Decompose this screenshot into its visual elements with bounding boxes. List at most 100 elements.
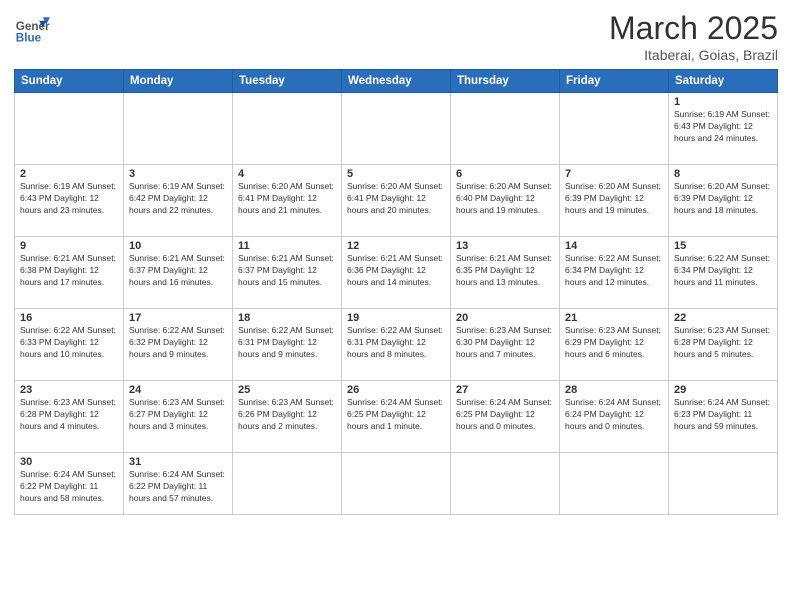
table-row: 20Sunrise: 6:23 AM Sunset: 6:30 PM Dayli… — [451, 309, 560, 381]
day-number: 26 — [347, 384, 445, 396]
table-row: 6Sunrise: 6:20 AM Sunset: 6:40 PM Daylig… — [451, 165, 560, 237]
day-info: Sunrise: 6:19 AM Sunset: 6:43 PM Dayligh… — [20, 181, 118, 217]
day-number: 4 — [238, 168, 336, 180]
table-row: 29Sunrise: 6:24 AM Sunset: 6:23 PM Dayli… — [669, 381, 778, 453]
table-row: 7Sunrise: 6:20 AM Sunset: 6:39 PM Daylig… — [560, 165, 669, 237]
day-info: Sunrise: 6:23 AM Sunset: 6:27 PM Dayligh… — [129, 397, 227, 433]
table-row — [342, 93, 451, 165]
table-row — [124, 93, 233, 165]
table-row: 26Sunrise: 6:24 AM Sunset: 6:25 PM Dayli… — [342, 381, 451, 453]
logo-icon: General Blue — [14, 10, 50, 46]
table-row: 3Sunrise: 6:19 AM Sunset: 6:42 PM Daylig… — [124, 165, 233, 237]
col-friday: Friday — [560, 70, 669, 93]
day-number: 17 — [129, 312, 227, 324]
table-row: 9Sunrise: 6:21 AM Sunset: 6:38 PM Daylig… — [15, 237, 124, 309]
table-row: 11Sunrise: 6:21 AM Sunset: 6:37 PM Dayli… — [233, 237, 342, 309]
col-monday: Monday — [124, 70, 233, 93]
calendar-subtitle: Itaberai, Goias, Brazil — [609, 47, 778, 63]
day-number: 25 — [238, 384, 336, 396]
day-number: 2 — [20, 168, 118, 180]
day-number: 13 — [456, 240, 554, 252]
table-row: 24Sunrise: 6:23 AM Sunset: 6:27 PM Dayli… — [124, 381, 233, 453]
table-row — [669, 453, 778, 515]
day-info: Sunrise: 6:24 AM Sunset: 6:25 PM Dayligh… — [347, 397, 445, 433]
day-number: 3 — [129, 168, 227, 180]
day-info: Sunrise: 6:22 AM Sunset: 6:33 PM Dayligh… — [20, 325, 118, 361]
table-row: 23Sunrise: 6:23 AM Sunset: 6:28 PM Dayli… — [15, 381, 124, 453]
logo: General Blue — [14, 10, 50, 46]
day-info: Sunrise: 6:20 AM Sunset: 6:41 PM Dayligh… — [347, 181, 445, 217]
table-row: 16Sunrise: 6:22 AM Sunset: 6:33 PM Dayli… — [15, 309, 124, 381]
table-row — [15, 93, 124, 165]
day-number: 20 — [456, 312, 554, 324]
day-number: 24 — [129, 384, 227, 396]
day-number: 11 — [238, 240, 336, 252]
table-row — [342, 453, 451, 515]
day-number: 10 — [129, 240, 227, 252]
table-row — [451, 453, 560, 515]
day-number: 15 — [674, 240, 772, 252]
table-row: 28Sunrise: 6:24 AM Sunset: 6:24 PM Dayli… — [560, 381, 669, 453]
table-row: 22Sunrise: 6:23 AM Sunset: 6:28 PM Dayli… — [669, 309, 778, 381]
day-info: Sunrise: 6:20 AM Sunset: 6:41 PM Dayligh… — [238, 181, 336, 217]
day-info: Sunrise: 6:19 AM Sunset: 6:42 PM Dayligh… — [129, 181, 227, 217]
table-row: 1Sunrise: 6:19 AM Sunset: 6:43 PM Daylig… — [669, 93, 778, 165]
table-row — [233, 93, 342, 165]
day-info: Sunrise: 6:23 AM Sunset: 6:29 PM Dayligh… — [565, 325, 663, 361]
days-header-row: Sunday Monday Tuesday Wednesday Thursday… — [15, 70, 778, 93]
day-info: Sunrise: 6:22 AM Sunset: 6:34 PM Dayligh… — [674, 253, 772, 289]
table-row — [560, 453, 669, 515]
calendar-table: Sunday Monday Tuesday Wednesday Thursday… — [14, 69, 778, 515]
col-saturday: Saturday — [669, 70, 778, 93]
day-info: Sunrise: 6:19 AM Sunset: 6:43 PM Dayligh… — [674, 109, 772, 145]
day-number: 30 — [20, 456, 118, 468]
day-info: Sunrise: 6:23 AM Sunset: 6:28 PM Dayligh… — [20, 397, 118, 433]
table-row — [233, 453, 342, 515]
table-row: 21Sunrise: 6:23 AM Sunset: 6:29 PM Dayli… — [560, 309, 669, 381]
table-row: 13Sunrise: 6:21 AM Sunset: 6:35 PM Dayli… — [451, 237, 560, 309]
day-number: 28 — [565, 384, 663, 396]
table-row — [451, 93, 560, 165]
svg-text:Blue: Blue — [16, 32, 42, 45]
day-info: Sunrise: 6:23 AM Sunset: 6:30 PM Dayligh… — [456, 325, 554, 361]
day-number: 23 — [20, 384, 118, 396]
day-info: Sunrise: 6:20 AM Sunset: 6:39 PM Dayligh… — [674, 181, 772, 217]
day-info: Sunrise: 6:22 AM Sunset: 6:34 PM Dayligh… — [565, 253, 663, 289]
day-info: Sunrise: 6:21 AM Sunset: 6:37 PM Dayligh… — [238, 253, 336, 289]
table-row: 25Sunrise: 6:23 AM Sunset: 6:26 PM Dayli… — [233, 381, 342, 453]
day-info: Sunrise: 6:22 AM Sunset: 6:32 PM Dayligh… — [129, 325, 227, 361]
page-header: General Blue March 2025 Itaberai, Goias,… — [14, 10, 778, 63]
table-row: 15Sunrise: 6:22 AM Sunset: 6:34 PM Dayli… — [669, 237, 778, 309]
table-row: 4Sunrise: 6:20 AM Sunset: 6:41 PM Daylig… — [233, 165, 342, 237]
table-row: 8Sunrise: 6:20 AM Sunset: 6:39 PM Daylig… — [669, 165, 778, 237]
day-info: Sunrise: 6:23 AM Sunset: 6:28 PM Dayligh… — [674, 325, 772, 361]
day-number: 14 — [565, 240, 663, 252]
day-number: 8 — [674, 168, 772, 180]
table-row — [560, 93, 669, 165]
table-row: 14Sunrise: 6:22 AM Sunset: 6:34 PM Dayli… — [560, 237, 669, 309]
table-row: 19Sunrise: 6:22 AM Sunset: 6:31 PM Dayli… — [342, 309, 451, 381]
day-number: 7 — [565, 168, 663, 180]
day-number: 31 — [129, 456, 227, 468]
day-info: Sunrise: 6:24 AM Sunset: 6:22 PM Dayligh… — [129, 469, 227, 505]
col-sunday: Sunday — [15, 70, 124, 93]
day-number: 1 — [674, 96, 772, 108]
day-number: 22 — [674, 312, 772, 324]
day-info: Sunrise: 6:21 AM Sunset: 6:38 PM Dayligh… — [20, 253, 118, 289]
col-tuesday: Tuesday — [233, 70, 342, 93]
day-info: Sunrise: 6:22 AM Sunset: 6:31 PM Dayligh… — [347, 325, 445, 361]
calendar-title: March 2025 — [609, 10, 778, 47]
day-number: 12 — [347, 240, 445, 252]
table-row: 2Sunrise: 6:19 AM Sunset: 6:43 PM Daylig… — [15, 165, 124, 237]
col-thursday: Thursday — [451, 70, 560, 93]
day-info: Sunrise: 6:20 AM Sunset: 6:39 PM Dayligh… — [565, 181, 663, 217]
table-row: 10Sunrise: 6:21 AM Sunset: 6:37 PM Dayli… — [124, 237, 233, 309]
day-number: 9 — [20, 240, 118, 252]
day-info: Sunrise: 6:21 AM Sunset: 6:36 PM Dayligh… — [347, 253, 445, 289]
day-info: Sunrise: 6:24 AM Sunset: 6:25 PM Dayligh… — [456, 397, 554, 433]
day-info: Sunrise: 6:21 AM Sunset: 6:37 PM Dayligh… — [129, 253, 227, 289]
day-number: 6 — [456, 168, 554, 180]
title-block: March 2025 Itaberai, Goias, Brazil — [609, 10, 778, 63]
day-number: 27 — [456, 384, 554, 396]
day-info: Sunrise: 6:21 AM Sunset: 6:35 PM Dayligh… — [456, 253, 554, 289]
